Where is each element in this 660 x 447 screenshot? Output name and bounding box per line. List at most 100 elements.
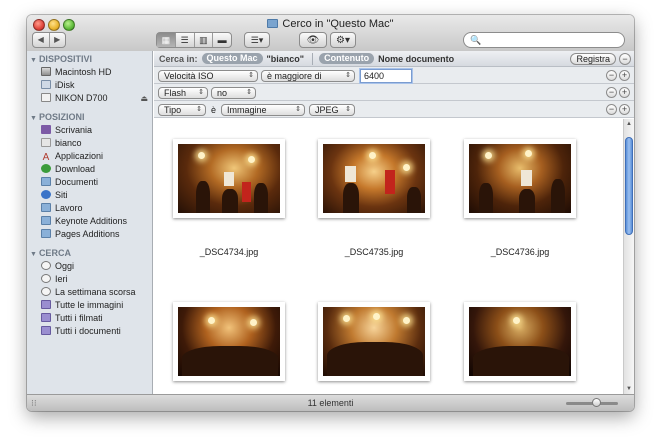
folder-icon bbox=[267, 19, 279, 28]
sidebar-item-download[interactable]: Download bbox=[27, 163, 152, 176]
remove-criterion-button[interactable]: − bbox=[606, 87, 617, 98]
sidebar-header-places[interactable]: ▼ POSIZIONI bbox=[27, 111, 152, 124]
content-scope-button[interactable]: Contenuto bbox=[319, 53, 375, 64]
photo-preview bbox=[323, 307, 425, 376]
criteria-row: Velocità ISO ⇕ è maggiore di ⇕ 6400 − + bbox=[154, 67, 634, 84]
action-button[interactable]: ⚙▾ bbox=[330, 32, 356, 48]
close-search-button[interactable]: − bbox=[619, 53, 631, 65]
add-criterion-button[interactable]: + bbox=[619, 70, 630, 81]
forward-button[interactable]: ▶ bbox=[48, 33, 66, 47]
folder-icon bbox=[41, 203, 51, 212]
search-input[interactable] bbox=[484, 35, 624, 45]
file-thumbnail[interactable] bbox=[173, 302, 285, 381]
criteria-row: Flash ⇕ no ⇕ − + bbox=[154, 84, 634, 101]
scope-questo-mac-button[interactable]: Questo Mac bbox=[201, 53, 263, 64]
photo-preview bbox=[178, 144, 280, 213]
filename-scope-button[interactable]: Nome documento bbox=[378, 54, 454, 64]
sidebar-item-siti[interactable]: Siti bbox=[27, 189, 152, 202]
sidebar-item-ieri[interactable]: Ieri bbox=[27, 273, 152, 286]
search-field[interactable]: 🔍 bbox=[463, 32, 625, 48]
file-thumbnail[interactable] bbox=[464, 302, 576, 381]
file-name[interactable]: _DSC4735.jpg bbox=[314, 247, 434, 257]
file-thumbnail[interactable] bbox=[318, 139, 430, 218]
format-popup[interactable]: JPEG ⇕ bbox=[309, 104, 355, 116]
search-scope-label: Cerca in: bbox=[159, 53, 198, 64]
toolbar: Cerco in "Questo Mac" ◀ ▶ ▦ ☰ ▥ ▬ ☰▾ 👁 ⚙… bbox=[27, 15, 634, 51]
sidebar-item-tutti-documenti[interactable]: Tutti i documenti bbox=[27, 325, 152, 338]
view-mode-control: ▦ ☰ ▥ ▬ bbox=[156, 32, 232, 48]
external-drive-icon bbox=[41, 93, 51, 102]
column-view-button[interactable]: ▥ bbox=[193, 33, 213, 47]
remove-criterion-button[interactable]: − bbox=[606, 70, 617, 81]
sidebar-item-keynote-additions[interactable]: Keynote Additions bbox=[27, 215, 152, 228]
sidebar-item-tutte-immagini[interactable]: Tutte le immagini bbox=[27, 299, 152, 312]
sites-globe-icon bbox=[41, 190, 51, 199]
file-name[interactable]: _DSC4734.jpg bbox=[169, 247, 289, 257]
home-icon bbox=[41, 138, 51, 147]
search-scope-bar: Cerca in: Questo Mac "bianco" Contenuto … bbox=[154, 51, 634, 67]
sidebar-header-devices[interactable]: ▼ DISPOSITIVI bbox=[27, 53, 152, 66]
sidebar-item-bianco[interactable]: bianco bbox=[27, 137, 152, 150]
main-content: Cerca in: Questo Mac "bianco" Contenuto … bbox=[154, 51, 634, 394]
kind-popup[interactable]: Immagine ⇕ bbox=[221, 104, 305, 116]
scroll-down-icon[interactable]: ▼ bbox=[624, 384, 634, 394]
list-view-button[interactable]: ☰ bbox=[174, 33, 194, 47]
iso-value-field[interactable]: 6400 bbox=[360, 69, 412, 83]
back-button[interactable]: ◀ bbox=[33, 33, 49, 47]
documents-folder-icon bbox=[41, 177, 51, 186]
value-popup[interactable]: no ⇕ bbox=[211, 87, 256, 99]
finder-window: Cerco in "Questo Mac" ◀ ▶ ▦ ☰ ▥ ▬ ☰▾ 👁 ⚙… bbox=[27, 15, 634, 411]
item-count: 11 elementi bbox=[307, 398, 354, 408]
save-search-button[interactable]: Registra bbox=[570, 53, 616, 65]
attribute-popup[interactable]: Tipo ⇕ bbox=[158, 104, 206, 116]
popup-arrows-icon: ⇕ bbox=[248, 72, 254, 79]
vertical-scrollbar[interactable]: ▲ ▼ bbox=[623, 119, 634, 394]
remove-criterion-button[interactable]: − bbox=[606, 104, 617, 115]
operator-popup[interactable]: è maggiore di ⇕ bbox=[261, 70, 355, 82]
attribute-popup[interactable]: Flash ⇕ bbox=[158, 87, 208, 99]
sidebar-item-nikon-d700[interactable]: NIKON D700 ⏏ bbox=[27, 92, 152, 105]
file-thumbnail[interactable] bbox=[173, 139, 285, 218]
scope-bianco-button[interactable]: "bianco" bbox=[267, 54, 305, 64]
attribute-popup[interactable]: Velocità ISO ⇕ bbox=[158, 70, 258, 82]
scroll-up-icon[interactable]: ▲ bbox=[624, 119, 634, 129]
photo-preview bbox=[323, 144, 425, 213]
sidebar-item-oggi[interactable]: Oggi bbox=[27, 260, 152, 273]
icon-view-button[interactable]: ▦ bbox=[157, 33, 175, 47]
quicklook-button[interactable]: 👁 bbox=[299, 32, 327, 48]
sidebar-item-lavoro[interactable]: Lavoro bbox=[27, 202, 152, 215]
sidebar-item-tutti-filmati[interactable]: Tutti i filmati bbox=[27, 312, 152, 325]
sidebar-item-pages-additions[interactable]: Pages Additions bbox=[27, 228, 152, 241]
sidebar-header-search[interactable]: ▼ CERCA bbox=[27, 247, 152, 260]
desktop-icon bbox=[41, 125, 51, 134]
sidebar-item-scrivania[interactable]: Scrivania bbox=[27, 124, 152, 137]
smart-folder-icon bbox=[41, 313, 51, 322]
clock-icon bbox=[41, 274, 51, 283]
file-name[interactable]: _DSC4736.jpg bbox=[460, 247, 580, 257]
eject-icon[interactable]: ⏏ bbox=[140, 92, 148, 105]
popup-arrows-icon: ⇕ bbox=[345, 72, 351, 79]
folder-icon bbox=[41, 229, 51, 238]
sidebar-item-settimana-scorsa[interactable]: La settimana scorsa bbox=[27, 286, 152, 299]
sidebar-item-macintosh-hd[interactable]: Macintosh HD bbox=[27, 66, 152, 79]
popup-arrows-icon: ⇕ bbox=[246, 89, 252, 96]
coverflow-view-button[interactable]: ▬ bbox=[212, 33, 231, 47]
sidebar-item-applicazioni[interactable]: A Applicazioni bbox=[27, 150, 152, 163]
folder-icon bbox=[41, 216, 51, 225]
sidebar-item-idisk[interactable]: iDisk bbox=[27, 79, 152, 92]
scroll-thumb[interactable] bbox=[625, 137, 633, 235]
slider-knob[interactable] bbox=[591, 398, 601, 407]
back-forward-control: ◀ ▶ bbox=[32, 32, 66, 48]
idisk-icon bbox=[41, 80, 51, 89]
sidebar-item-documenti[interactable]: Documenti bbox=[27, 176, 152, 189]
icon-size-slider[interactable] bbox=[566, 398, 618, 407]
file-thumbnail[interactable] bbox=[318, 302, 430, 381]
arrange-button[interactable]: ☰▾ bbox=[244, 32, 270, 48]
eye-icon: 👁 bbox=[306, 34, 320, 46]
file-thumbnail[interactable] bbox=[464, 139, 576, 218]
clock-icon bbox=[41, 287, 51, 296]
add-criterion-button[interactable]: + bbox=[619, 104, 630, 115]
clock-icon bbox=[41, 261, 51, 270]
results-grid: _DSC4734.jpg _DSC4735.jpg _DSC4736.jpg bbox=[154, 119, 623, 394]
add-criterion-button[interactable]: + bbox=[619, 87, 630, 98]
